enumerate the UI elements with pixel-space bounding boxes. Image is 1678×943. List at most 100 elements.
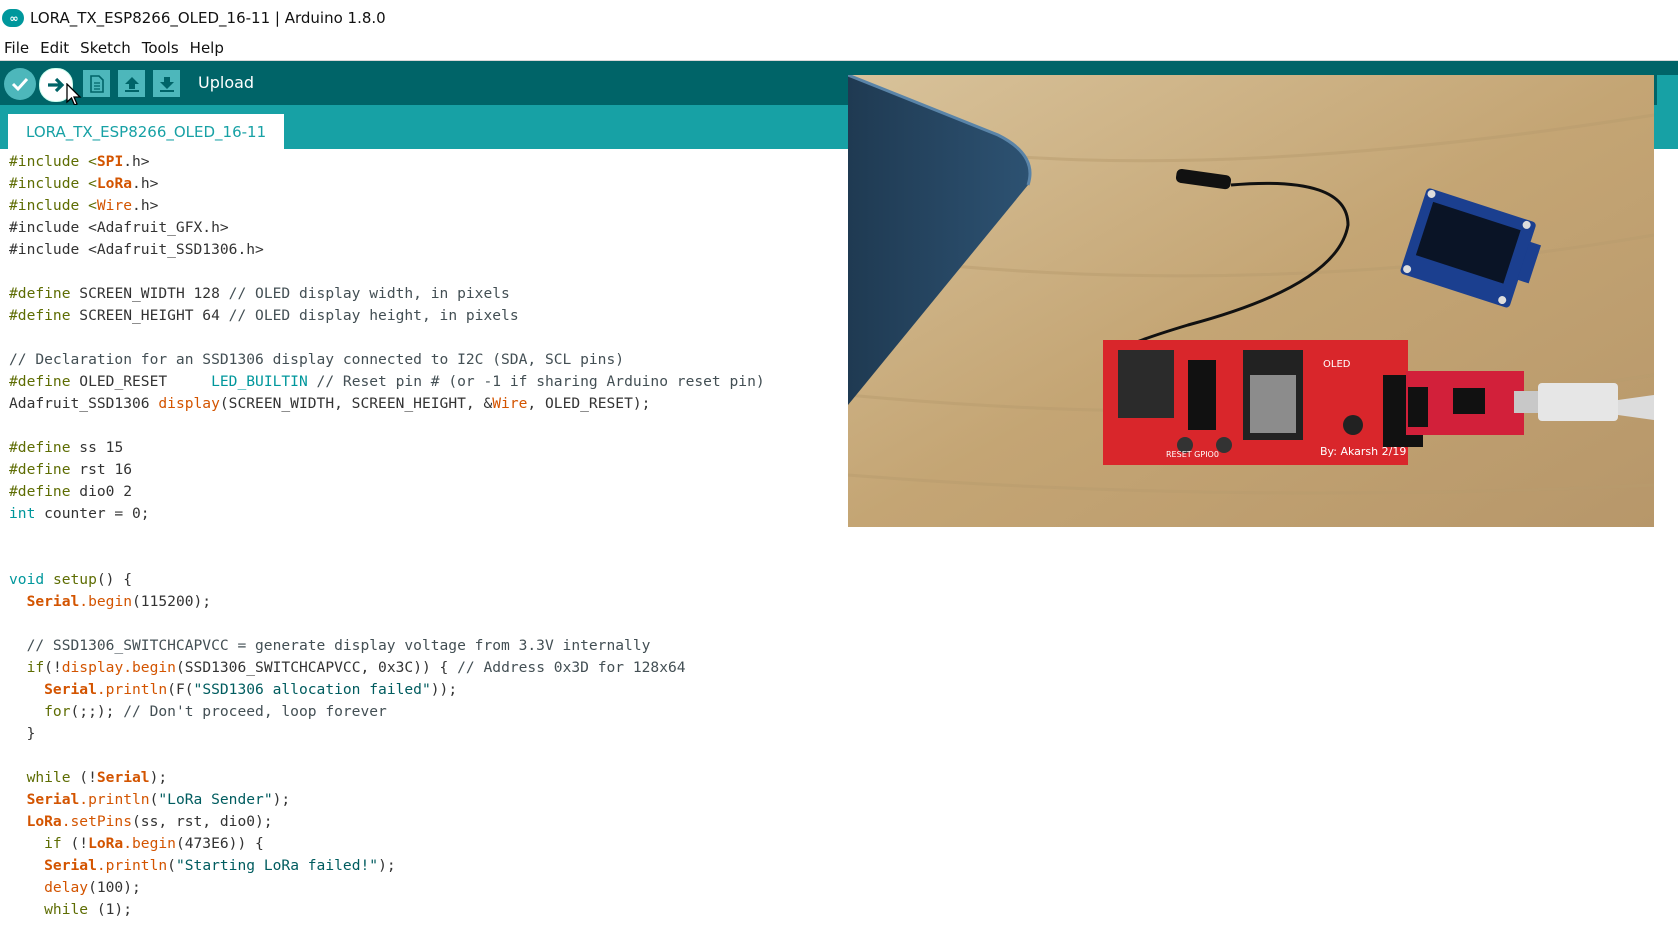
code-token: "SSD1306 allocation failed" bbox=[193, 681, 431, 698]
code-token: ss 15 bbox=[70, 439, 124, 456]
code-token: (F( bbox=[167, 681, 194, 698]
code-token: .h> bbox=[123, 153, 150, 170]
code-token: (! bbox=[61, 835, 89, 852]
code-token: Serial bbox=[9, 681, 97, 698]
code-token: .println bbox=[96, 681, 168, 698]
code-line: #include <Wire.h> bbox=[9, 195, 158, 217]
code-token: (ss, rst, dio0); bbox=[132, 813, 273, 830]
code-line: int counter = 0; bbox=[9, 503, 150, 525]
code-token: ); bbox=[272, 791, 291, 808]
code-token: (100); bbox=[88, 879, 141, 896]
code-line: #include <SPI.h> bbox=[9, 151, 150, 173]
code-line: #define OLED_RESET LED_BUILTIN // Reset … bbox=[9, 371, 765, 393]
code-token: .println bbox=[96, 857, 168, 874]
code-line: for(;;); // Don't proceed, loop forever bbox=[9, 701, 387, 723]
code-line: // Declaration for an SSD1306 display co… bbox=[9, 351, 625, 368]
code-token: LoRa bbox=[9, 813, 62, 830]
code-token: LED_BUILTIN bbox=[211, 373, 308, 390]
tab-bar-right-strip bbox=[1657, 75, 1678, 147]
code-token: (! bbox=[44, 659, 62, 676]
code-token: // OLED display height, in pixels bbox=[228, 307, 519, 324]
code-token: #define bbox=[9, 373, 71, 390]
code-token: // OLED display width, in pixels bbox=[228, 285, 510, 302]
code-token: delay bbox=[9, 879, 89, 896]
code-token: Wire bbox=[96, 197, 133, 214]
arrow-up-icon bbox=[124, 76, 139, 92]
code-token: SCREEN_WIDTH 128 bbox=[70, 285, 229, 302]
code-token: setup bbox=[44, 571, 97, 588]
new-sketch-button[interactable] bbox=[83, 70, 110, 97]
code-token: .begin bbox=[123, 835, 176, 852]
code-token: Serial bbox=[9, 593, 80, 610]
hardware-photo: OLED RESET GPIO0 By: Akarsh 2/19 bbox=[848, 75, 1654, 527]
menu-help[interactable]: Help bbox=[186, 39, 231, 57]
code-token: #define bbox=[9, 439, 71, 456]
code-token: Serial bbox=[9, 791, 80, 808]
menu-bar: File Edit Sketch Tools Help bbox=[0, 36, 1678, 60]
oled-silkscreen: OLED bbox=[1323, 359, 1351, 370]
arrow-right-icon bbox=[48, 77, 65, 93]
menu-sketch[interactable]: Sketch bbox=[76, 39, 138, 57]
code-token: .h> bbox=[132, 175, 159, 192]
code-line: #define dio0 2 bbox=[9, 481, 132, 503]
code-token: // Don't proceed, loop forever bbox=[123, 703, 387, 720]
code-token: (SCREEN_WIDTH, SCREEN_HEIGHT, & bbox=[219, 395, 493, 412]
code-token: counter = 0; bbox=[35, 505, 150, 522]
tab-sketch[interactable]: LORA_TX_ESP8266_OLED_16-11 bbox=[8, 114, 285, 149]
code-line: } bbox=[9, 725, 36, 742]
code-line: while (1); bbox=[9, 899, 132, 921]
code-token: () { bbox=[96, 571, 133, 588]
code-token: #define bbox=[9, 307, 71, 324]
code-token: "LoRa Sender" bbox=[158, 791, 273, 808]
code-token: dio0 2 bbox=[70, 483, 133, 500]
code-line: Serial.println("LoRa Sender"); bbox=[9, 789, 291, 811]
code-token: ( bbox=[167, 857, 176, 874]
checkmark-icon bbox=[11, 77, 29, 92]
code-token: SCREEN_HEIGHT 64 bbox=[70, 307, 229, 324]
save-sketch-button[interactable] bbox=[153, 70, 180, 97]
code-token: #include < bbox=[9, 175, 97, 192]
title-bar: ∞ LORA_TX_ESP8266_OLED_16-11 | Arduino 1… bbox=[0, 0, 1678, 36]
code-line: while (!Serial); bbox=[9, 767, 168, 789]
code-token: (473E6)) { bbox=[175, 835, 264, 852]
open-sketch-button[interactable] bbox=[118, 70, 145, 97]
code-token: #define bbox=[9, 285, 71, 302]
new-file-icon bbox=[89, 74, 104, 93]
code-token: , OLED_RESET); bbox=[527, 395, 651, 412]
code-token: "Starting LoRa failed!" bbox=[175, 857, 379, 874]
code-token: for bbox=[9, 703, 71, 720]
code-token: Adafruit_SSD1306 bbox=[9, 395, 159, 412]
code-token: // Address 0x3D for 128x64 bbox=[457, 659, 686, 676]
code-line: delay(100); bbox=[9, 877, 141, 899]
code-token: if bbox=[9, 659, 45, 676]
code-line: // SSD1306_SWITCHCAPVCC = generate displ… bbox=[9, 637, 651, 654]
code-token: void bbox=[9, 571, 45, 588]
code-line: #include <Adafruit_SSD1306.h> bbox=[9, 241, 264, 258]
code-token: Wire bbox=[492, 395, 528, 412]
arduino-logo-icon: ∞ bbox=[2, 9, 24, 27]
code-token: SPI bbox=[96, 153, 124, 170]
code-token: rst 16 bbox=[70, 461, 133, 478]
code-token: ); bbox=[149, 769, 168, 786]
code-token: .println bbox=[79, 791, 150, 808]
code-token: display bbox=[158, 395, 220, 412]
code-line: Serial.println(F("SSD1306 allocation fai… bbox=[9, 679, 457, 701]
code-line: Adafruit_SSD1306 display(SCREEN_WIDTH, S… bbox=[9, 393, 650, 415]
button-silkscreen: RESET GPIO0 bbox=[1166, 450, 1219, 459]
code-token: .begin bbox=[79, 593, 133, 610]
mouse-pointer-icon bbox=[66, 83, 82, 106]
code-line: #include <LoRa.h> bbox=[9, 173, 158, 195]
menu-tools[interactable]: Tools bbox=[138, 39, 186, 57]
code-token: ); bbox=[378, 857, 396, 874]
menu-edit[interactable]: Edit bbox=[36, 39, 76, 57]
code-token: .h> bbox=[132, 197, 159, 214]
code-line: Serial.begin(115200); bbox=[9, 591, 212, 613]
code-line: #define rst 16 bbox=[9, 459, 132, 481]
menu-file[interactable]: File bbox=[0, 39, 36, 57]
verify-button[interactable] bbox=[4, 68, 36, 100]
code-line: void setup() { bbox=[9, 569, 132, 591]
code-line: #define SCREEN_HEIGHT 64 // OLED display… bbox=[9, 305, 519, 327]
code-line: #define ss 15 bbox=[9, 437, 123, 459]
code-line: LoRa.setPins(ss, rst, dio0); bbox=[9, 811, 273, 833]
arrow-down-icon bbox=[159, 76, 174, 92]
